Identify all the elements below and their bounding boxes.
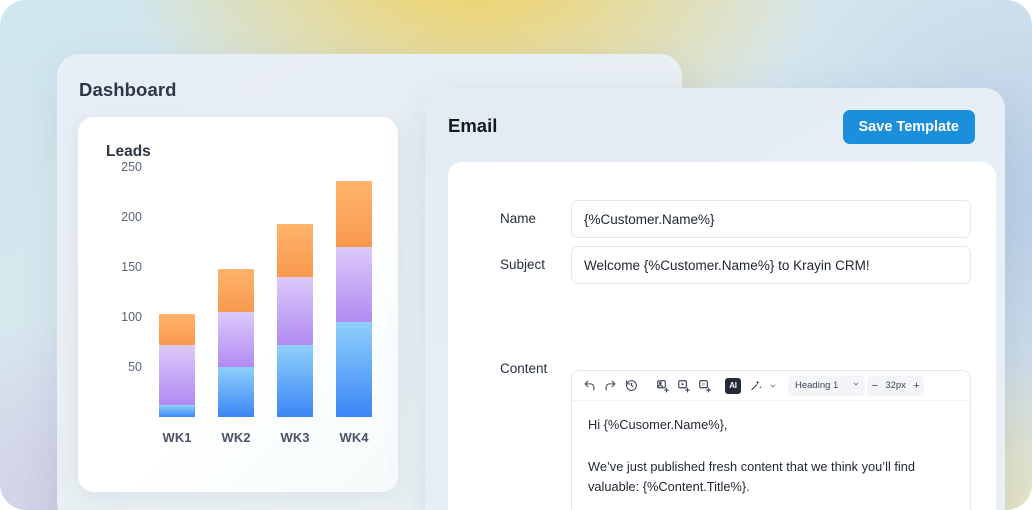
x-axis-label: WK1 [162,430,192,445]
subject-input[interactable] [571,246,971,284]
history-icon[interactable] [621,375,642,396]
bar-segment-purple [336,247,372,322]
y-axis-tick: 200 [121,210,142,224]
font-size-increase-button[interactable]: + [909,376,924,396]
undo-icon[interactable] [579,375,600,396]
insert-video-icon[interactable] [673,375,694,396]
heading-style-value: Heading 1 [795,380,839,391]
editor-toolbar: P AI Heading 1 − 32px + [572,371,970,401]
y-axis-tick: 100 [121,310,142,324]
bar-segment-blue [159,405,195,417]
chart-bar[interactable] [336,181,372,417]
chart-bar[interactable] [277,224,313,417]
redo-icon[interactable] [600,375,621,396]
x-axis-label: WK2 [221,430,251,445]
name-label: Name [500,211,537,226]
magic-wand-chevron-down-icon[interactable] [767,379,778,393]
email-form-card: Name Subject Content [448,162,996,510]
magic-wand-icon[interactable] [746,375,767,396]
font-size-decrease-button[interactable]: − [867,376,882,396]
name-input[interactable] [571,200,971,238]
insert-pdf-icon[interactable]: P [694,375,715,396]
bar-segment-orange [277,224,313,277]
content-rich-text-editor[interactable]: P AI Heading 1 − 32px + Hi {%Cusomer.Nam… [571,370,971,510]
editor-paragraph: Hi {%Cusomer.Name%}, [588,417,728,432]
chart-bar[interactable] [218,269,254,417]
svg-text:P: P [702,381,705,386]
bar-segment-blue [218,367,254,417]
email-panel-title: Email [448,115,498,136]
y-axis-tick: 50 [128,360,142,374]
bar-segment-purple [159,345,195,405]
chart-y-axis: 250 200 150 100 50 [102,117,142,492]
app-background: Dashboard Leads 250 200 150 100 50 WK1 WK2 WK3… [0,0,1032,510]
font-size-value: 32px [885,380,906,391]
email-panel: Email Save Template Name Subject Content [425,88,1005,510]
ai-assistant-icon[interactable]: AI [725,377,741,394]
chevron-down-icon [852,380,860,391]
editor-body-text[interactable]: Hi {%Cusomer.Name%}, We’ve just published… [572,401,970,510]
page-title: Dashboard [79,79,177,100]
bar-segment-purple [218,312,254,367]
leads-bar-chart: 250 200 150 100 50 WK1 WK2 WK3 WK4 [78,117,398,492]
bar-segment-orange [218,269,254,312]
y-axis-tick: 150 [121,260,142,274]
editor-paragraph: We’ve just published fresh content that … [588,458,915,495]
content-label: Content [500,361,548,376]
bar-segment-orange [336,181,372,247]
save-template-button[interactable]: Save Template [842,110,975,144]
insert-image-icon[interactable] [652,375,673,396]
heading-style-dropdown[interactable]: Heading 1 [788,375,866,396]
chart-bar[interactable] [159,314,195,417]
x-axis-label: WK3 [280,430,310,445]
bar-segment-blue [336,322,372,417]
leads-chart-card: Leads 250 200 150 100 50 WK1 WK2 WK3 WK4 [78,117,398,492]
subject-label: Subject [500,257,546,272]
bar-segment-blue [277,345,313,417]
font-size-stepper[interactable]: − 32px + [867,375,924,396]
y-axis-tick: 250 [121,160,142,174]
x-axis-label: WK4 [339,430,369,445]
bar-segment-purple [277,277,313,345]
bar-segment-orange [159,314,195,345]
